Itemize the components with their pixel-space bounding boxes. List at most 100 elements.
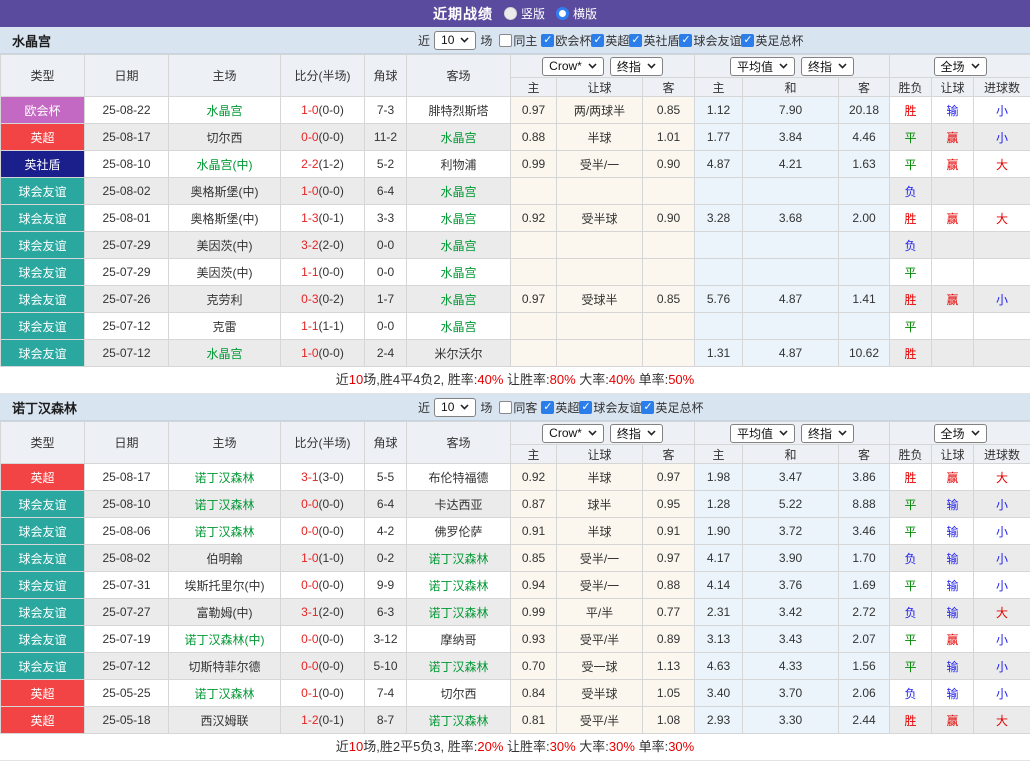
odds-source-value: Crow* xyxy=(549,59,582,73)
home-team: 诺丁汉森林(中) xyxy=(169,626,281,653)
same-venue-label: 同客 xyxy=(513,399,537,416)
odds-away xyxy=(643,259,695,286)
corner-score: 5-2 xyxy=(365,151,407,178)
matches-table: 类型 日期 主场 比分(半场) 角球 客场 Crow* 终指 xyxy=(0,421,1030,734)
match-row: 球会友谊25-07-12切斯特菲尔德0-0(0-0)5-10诺丁汉森林0.70受… xyxy=(1,653,1030,680)
avg-stage-select[interactable]: 终指 xyxy=(801,57,854,76)
away-team: 诺丁汉森林 xyxy=(407,572,511,599)
avg-away: 3.46 xyxy=(839,518,890,545)
col-header-score: 比分(半场) xyxy=(281,422,365,464)
match-date: 25-08-17 xyxy=(85,464,169,491)
league-checkbox-2[interactable]: ✓英社盾 xyxy=(629,32,679,49)
col-header-avg-away: 客 xyxy=(839,445,890,464)
away-team: 水晶宫 xyxy=(407,232,511,259)
odds-handicap: 受半/一 xyxy=(557,572,643,599)
league-checkbox-2[interactable]: ✓英足总杯 xyxy=(641,399,703,416)
odds-stage-select[interactable]: 终指 xyxy=(610,424,663,443)
odds-away: 1.05 xyxy=(643,680,695,707)
odds-source-select[interactable]: Crow* xyxy=(542,424,604,443)
checkbox-checked-icon: ✓ xyxy=(641,401,654,414)
home-team: 克雷 xyxy=(169,313,281,340)
avg-away xyxy=(839,259,890,286)
result-handicap: 输 xyxy=(932,653,974,680)
rounds-select[interactable]: 10 xyxy=(434,31,476,50)
league-checkbox-3[interactable]: ✓球会友谊 xyxy=(679,32,741,49)
view-radio-horizontal[interactable]: 横版 xyxy=(556,5,597,22)
home-team: 切尔西 xyxy=(169,124,281,151)
match-row: 球会友谊25-08-01奥格斯堡(中)1-3(0-1)3-3水晶宫0.92受半球… xyxy=(1,205,1030,232)
league-checkbox-0[interactable]: ✓欧会杯 xyxy=(541,32,591,49)
match-row: 球会友谊25-08-06诺丁汉森林0-0(0-0)4-2佛罗伦萨0.91半球0.… xyxy=(1,518,1030,545)
scope-select[interactable]: 全场 xyxy=(934,424,987,443)
league-label: 英社盾 xyxy=(643,32,679,49)
odds-stage-select[interactable]: 终指 xyxy=(610,57,663,76)
league-checkbox-1[interactable]: ✓英超 xyxy=(591,32,629,49)
corner-score: 7-4 xyxy=(365,680,407,707)
avg-source-value: 平均值 xyxy=(737,58,773,75)
scope-select[interactable]: 全场 xyxy=(934,57,987,76)
league-checkbox-1[interactable]: ✓球会友谊 xyxy=(579,399,641,416)
home-team: 西汉姆联 xyxy=(169,707,281,734)
odds-home: 0.91 xyxy=(511,518,557,545)
odds-source-select[interactable]: Crow* xyxy=(542,57,604,76)
league-checkbox-4[interactable]: ✓英足总杯 xyxy=(741,32,803,49)
match-row: 球会友谊25-08-02奥格斯堡(中)1-0(0-0)6-4水晶宫负 xyxy=(1,178,1030,205)
same-venue-label: 同主 xyxy=(513,32,537,49)
chevron-down-icon xyxy=(779,430,788,436)
col-header-home: 主场 xyxy=(169,422,281,464)
avg-home: 4.63 xyxy=(695,653,743,680)
home-team: 诺丁汉森林 xyxy=(169,491,281,518)
match-row: 英超25-05-25诺丁汉森林0-1(0-0)7-4切尔西0.84受半球1.05… xyxy=(1,680,1030,707)
away-team: 诺丁汉森林 xyxy=(407,653,511,680)
avg-away xyxy=(839,232,890,259)
odds-select-group: Crow* 终指 xyxy=(511,55,695,78)
type-badge: 球会友谊 xyxy=(1,232,85,259)
result-outcome: 平 xyxy=(890,626,932,653)
away-team: 水晶宫 xyxy=(407,313,511,340)
avg-home xyxy=(695,232,743,259)
same-venue-checkbox[interactable]: 同主 xyxy=(499,32,537,49)
view-radio-vertical[interactable]: 竖版 xyxy=(504,5,545,22)
corner-score: 8-7 xyxy=(365,707,407,734)
col-header-goals-result: 进球数 xyxy=(974,78,1030,97)
match-date: 25-07-29 xyxy=(85,232,169,259)
odds-home: 0.97 xyxy=(511,286,557,313)
odds-handicap: 受半球 xyxy=(557,680,643,707)
avg-source-select[interactable]: 平均值 xyxy=(730,57,795,76)
league-checkbox-0[interactable]: ✓英超 xyxy=(541,399,579,416)
home-team: 诺丁汉森林 xyxy=(169,518,281,545)
same-venue-checkbox[interactable]: 同客 xyxy=(499,399,537,416)
match-score: 0-0(0-0) xyxy=(281,491,365,518)
avg-away: 2.06 xyxy=(839,680,890,707)
avg-away xyxy=(839,313,890,340)
summary-text: 大率: xyxy=(576,372,609,387)
type-badge: 英超 xyxy=(1,124,85,151)
away-team: 利物浦 xyxy=(407,151,511,178)
corner-score: 5-5 xyxy=(365,464,407,491)
summary-text: 场,胜2平5负3, 胜率: xyxy=(363,739,477,754)
avg-source-select[interactable]: 平均值 xyxy=(730,424,795,443)
odds-away: 1.01 xyxy=(643,124,695,151)
col-header-home: 主场 xyxy=(169,55,281,97)
type-badge: 球会友谊 xyxy=(1,653,85,680)
avg-draw: 7.90 xyxy=(743,97,839,124)
avg-select-group: 平均值 终指 xyxy=(695,55,890,78)
match-date: 25-07-31 xyxy=(85,572,169,599)
corner-score: 11-2 xyxy=(365,124,407,151)
home-team: 伯明翰 xyxy=(169,545,281,572)
sections-container: 水晶宫 近 10 场 同主 ✓欧会杯✓英超✓英社盾✓球会友谊✓英足总杯 xyxy=(0,27,1030,761)
avg-draw xyxy=(743,313,839,340)
col-header-away: 客场 xyxy=(407,422,511,464)
home-team: 奥格斯堡(中) xyxy=(169,205,281,232)
chevron-down-icon xyxy=(460,37,469,43)
avg-stage-select[interactable]: 终指 xyxy=(801,424,854,443)
odds-home: 0.99 xyxy=(511,599,557,626)
odds-handicap: 两/两球半 xyxy=(557,97,643,124)
avg-draw: 3.76 xyxy=(743,572,839,599)
league-label: 欧会杯 xyxy=(555,32,591,49)
result-outcome: 胜 xyxy=(890,707,932,734)
odds-away: 0.95 xyxy=(643,491,695,518)
avg-draw: 3.47 xyxy=(743,464,839,491)
avg-draw: 3.68 xyxy=(743,205,839,232)
rounds-select[interactable]: 10 xyxy=(434,398,476,417)
